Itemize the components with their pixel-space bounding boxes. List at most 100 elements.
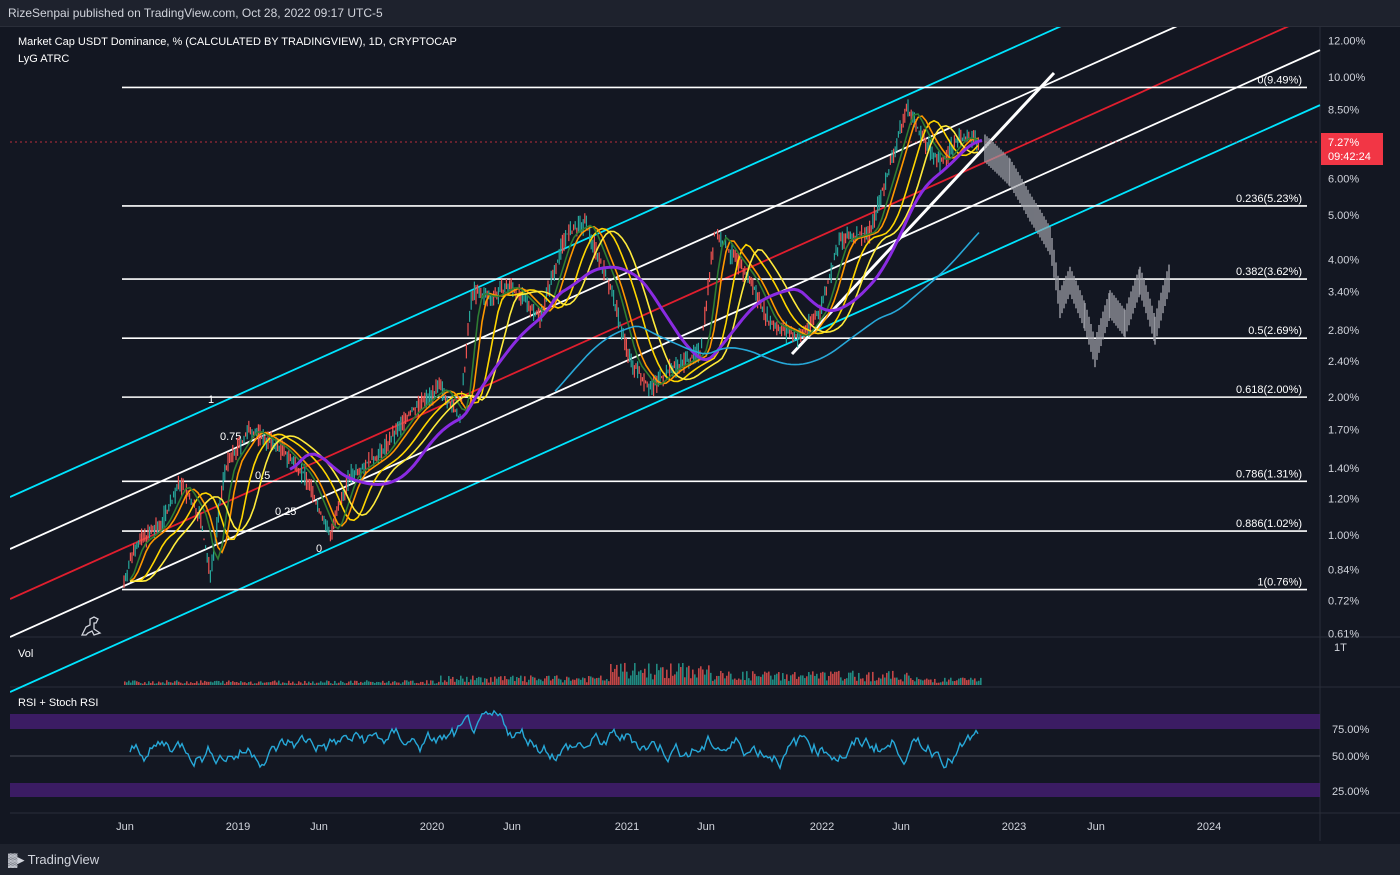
volume-bar (830, 671, 832, 685)
volume-bar (304, 680, 306, 685)
volume-bar (540, 679, 542, 685)
volume-bar (558, 678, 560, 685)
volume-bar (394, 681, 396, 685)
volume-bar (646, 677, 648, 685)
volume-bar (262, 682, 264, 685)
volume-bar (232, 681, 234, 685)
volume-bar (968, 679, 970, 685)
volume-bar (588, 676, 590, 685)
volume-bar (906, 672, 908, 685)
volume-bar (962, 677, 964, 685)
volume-bar (616, 664, 618, 685)
volume-bar (548, 675, 550, 685)
volume-bar (494, 676, 496, 685)
volume-bar (836, 671, 838, 685)
volume-bar (194, 683, 196, 685)
time-axis[interactable]: Jun 2019 Jun 2020 Jun 2021 Jun 2022 Jun 2023 Jun 20… (116, 821, 1221, 833)
volume-bar (760, 676, 762, 685)
price-tick-label: 1.20% (1328, 494, 1359, 506)
volume-bar (796, 678, 798, 685)
volume-bar (632, 670, 634, 685)
volume-bar (520, 675, 522, 685)
volume-bar (478, 676, 480, 685)
volume-bar (730, 673, 732, 685)
volume-bar (288, 680, 290, 685)
volume-bar (790, 675, 792, 685)
volume-bar (630, 675, 632, 685)
volume-bar (880, 678, 882, 685)
volume-bar (132, 680, 134, 685)
volume-bar (274, 680, 276, 685)
volume-bar (934, 678, 936, 685)
volume-bar (900, 679, 902, 685)
volume-bar (530, 675, 532, 685)
tv-logo-icon: ▓▸ (8, 852, 28, 867)
volume-bar (940, 682, 942, 685)
time-tick-label: Jun (892, 821, 910, 833)
volume-bar (924, 679, 926, 685)
tradingview-logo[interactable]: ▓▸ TradingView (8, 852, 99, 868)
volume-bar (776, 673, 778, 685)
volume-bar (130, 682, 132, 685)
volume-bar (698, 668, 700, 685)
volume-bar (328, 681, 330, 685)
volume-bar (964, 678, 966, 685)
volume-bar (820, 672, 822, 685)
volume-bar (594, 678, 596, 685)
price-tick-label: 10.00% (1328, 72, 1366, 84)
volume-bar (920, 679, 922, 685)
volume-bar (342, 682, 344, 685)
volume-bar (928, 679, 930, 685)
volume-bar (688, 665, 690, 685)
volume-bar (266, 682, 268, 685)
volume-bar (354, 680, 356, 685)
volume-bar (492, 681, 494, 685)
volume-bar (344, 683, 346, 685)
volume-bar (378, 682, 380, 685)
volume-bar (334, 680, 336, 685)
volume-bar (332, 683, 334, 685)
price-tick-label: 0.84% (1328, 565, 1359, 577)
volume-bar (238, 682, 240, 685)
volume-bar (756, 676, 758, 685)
volume-bar (578, 678, 580, 685)
price-tick-label: 6.00% (1328, 174, 1359, 186)
volume-bar (202, 682, 204, 685)
volume-bar (124, 681, 126, 685)
volume-bar (284, 682, 286, 685)
volume-bar (762, 674, 764, 685)
time-tick-label: Jun (116, 821, 134, 833)
volume-bar (408, 681, 410, 685)
chart-area[interactable]: 1 0.75 0.5 0.25 0 0(9.49%) 0.236(5.23%) 0.382(… (10, 27, 1400, 841)
time-tick-label: 2024 (1197, 821, 1221, 833)
volume-bar (500, 676, 502, 685)
volume-bar (276, 682, 278, 685)
volume-bar (506, 679, 508, 685)
volume-bar (488, 682, 490, 685)
volume-bar (370, 681, 372, 685)
volume-bar (810, 674, 812, 685)
volume-bar (848, 672, 850, 685)
chart-title: Market Cap USDT Dominance, % (CALCULATED… (18, 36, 457, 48)
volume-bar (908, 675, 910, 685)
volume-bar (396, 682, 398, 685)
volume-bar (272, 681, 274, 685)
volume-bar (576, 678, 578, 685)
volume-bar (228, 680, 230, 685)
volume-bar (748, 678, 750, 685)
volume-bar (156, 683, 158, 685)
volume-bars (124, 662, 982, 685)
volume-bar (738, 678, 740, 685)
time-tick-label: 2020 (420, 821, 444, 833)
volume-bar (708, 665, 710, 685)
volume-bar (458, 680, 460, 685)
volume-bar (438, 681, 440, 685)
volume-bar (600, 675, 602, 685)
volume-bar (712, 680, 714, 685)
volume-bar (966, 680, 968, 685)
volume-bar (574, 679, 576, 685)
fib-level-label: 0.786(1.31%) (1236, 468, 1302, 480)
chart-svg[interactable]: 10.750.50.250 0(9.49%)0.236(5.23%)0.382(… (10, 27, 1400, 841)
volume-bar (624, 662, 626, 685)
volume-bar (244, 682, 246, 685)
